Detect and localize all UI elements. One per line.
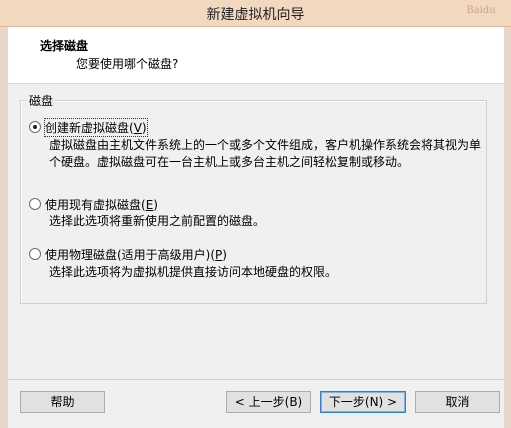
- wizard-header: 选择磁盘 您要使用哪个磁盘?: [8, 27, 504, 84]
- option-desc-use-physical-disk: 选择此选项将为虚拟机提供直接访问本地硬盘的权限。: [49, 265, 338, 279]
- next-button[interactable]: 下一步(N) >: [320, 391, 406, 413]
- window-title: 新建虚拟机向导: [206, 7, 305, 23]
- option-label-use-physical-disk[interactable]: 使用物理磁盘(适用于高级用户)(P): [45, 246, 227, 263]
- radio-use-existing-disk[interactable]: [29, 198, 41, 210]
- page-subtitle: 您要使用哪个磁盘?: [76, 57, 179, 71]
- watermark-logo: Baidu: [466, 5, 496, 16]
- cancel-button[interactable]: 取消: [415, 391, 500, 413]
- option-desc-create-new-disk: 虚拟磁盘由主机文件系统上的一个或多个文件组成，客户机操作系统会将其视为单 个硬盘…: [49, 138, 482, 169]
- footer-divider: [8, 379, 504, 380]
- back-button[interactable]: < 上一步(B): [226, 391, 311, 413]
- help-button[interactable]: 帮助: [20, 391, 105, 413]
- page-title: 选择磁盘: [40, 39, 89, 53]
- radio-create-new-disk[interactable]: [29, 121, 41, 133]
- window-left-border: [0, 27, 8, 428]
- title-bar: 新建虚拟机向导 Baidu: [0, 0, 511, 27]
- group-label: 磁盘: [27, 92, 56, 109]
- option-label-use-existing-disk[interactable]: 使用现有虚拟磁盘(E): [45, 196, 158, 213]
- option-label-create-new-disk[interactable]: 创建新虚拟磁盘(V): [44, 118, 148, 137]
- radio-use-physical-disk[interactable]: [29, 248, 41, 260]
- option-desc-use-existing-disk: 选择此选项将重新使用之前配置的磁盘。: [49, 214, 266, 228]
- window-right-border: [504, 27, 511, 428]
